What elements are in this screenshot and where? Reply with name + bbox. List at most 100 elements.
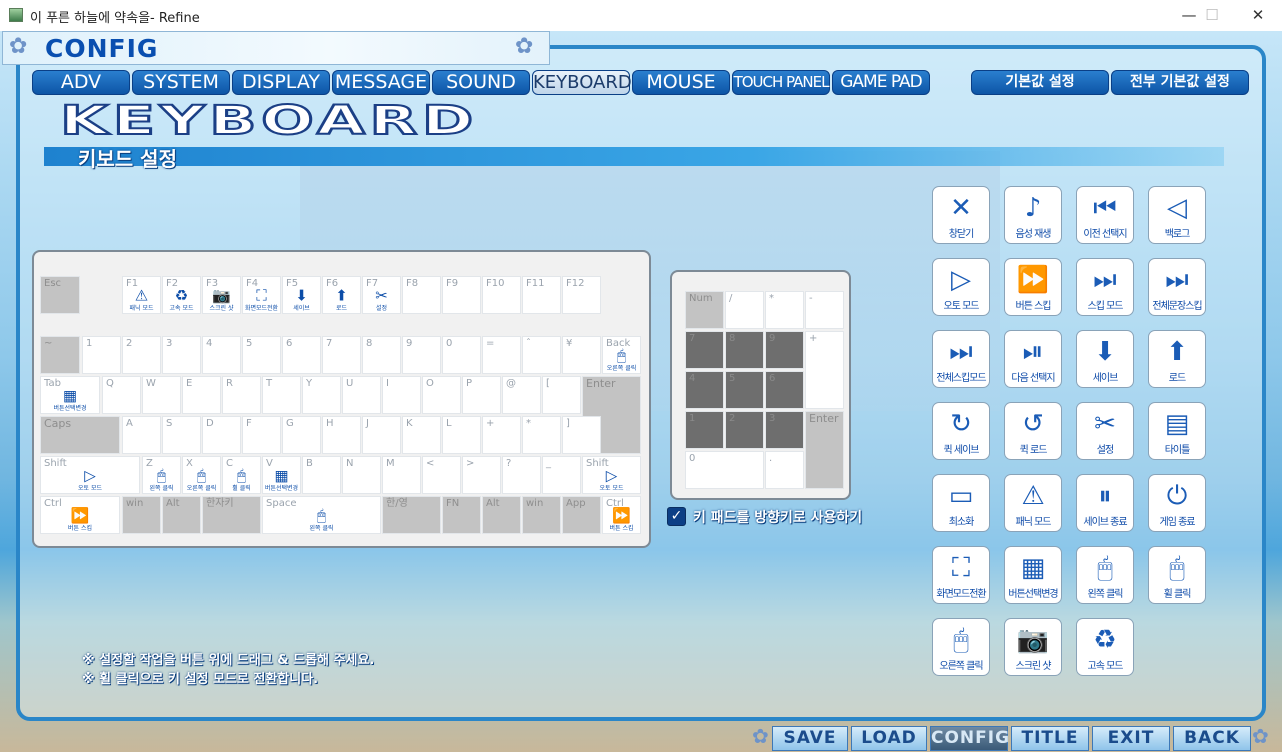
key-greater-than[interactable]: > xyxy=(462,456,501,494)
key-h[interactable]: H xyxy=(322,416,361,454)
action-screen-mode[interactable]: ⛶ 화면모드전환 xyxy=(932,546,990,604)
key-6[interactable]: 6 xyxy=(282,336,321,374)
key-space[interactable]: Space 🖱 왼쪽 클릭 xyxy=(262,496,381,534)
key-7[interactable]: 7 xyxy=(322,336,361,374)
action-button-skip[interactable]: ⏩ 버튼 스킵 xyxy=(1004,258,1062,316)
key-f12[interactable]: F12 xyxy=(562,276,601,314)
key-ctrl-left[interactable]: Ctrl ⏩ 버튼 스킵 xyxy=(40,496,120,534)
numpad-enter[interactable]: Enter xyxy=(805,411,844,489)
action-button-select-change[interactable]: ▦ 버튼선택변경 xyxy=(1004,546,1062,604)
key-x[interactable]: X 🖱 오른쪽 클릭 xyxy=(182,456,221,494)
numpad-arrow-checkbox[interactable]: ✓ xyxy=(667,507,686,526)
numpad-num[interactable]: Num xyxy=(685,291,724,329)
key-p[interactable]: P xyxy=(462,376,501,414)
action-full-skip-mode[interactable]: ⏭ 전체스킵모드 xyxy=(932,330,990,388)
action-skip-mode[interactable]: ⏭ 스킵 모드 xyxy=(1076,258,1134,316)
key-app[interactable]: App xyxy=(562,496,601,534)
key-q[interactable]: Q xyxy=(102,376,141,414)
key-2[interactable]: 2 xyxy=(122,336,161,374)
action-screenshot[interactable]: 📷 스크린 샷 xyxy=(1004,618,1062,676)
key-r[interactable]: R xyxy=(222,376,261,414)
action-prev-choice[interactable]: ⏮ 이전 선택지 xyxy=(1076,186,1134,244)
key-f11[interactable]: F11 xyxy=(522,276,561,314)
key-esc[interactable]: Esc xyxy=(40,276,80,314)
action-skip-all-sentences[interactable]: ⏭ 전체문장스킵 xyxy=(1148,258,1206,316)
key-f2[interactable]: F2 ♻ 고속 모드 xyxy=(162,276,201,314)
action-minimize[interactable]: ▭ 최소화 xyxy=(932,474,990,532)
numpad-5[interactable]: 5 xyxy=(725,371,764,409)
default-settings-button[interactable]: 기본값 설정 xyxy=(971,70,1109,95)
key-f10[interactable]: F10 xyxy=(482,276,521,314)
numpad-6[interactable]: 6 xyxy=(765,371,804,409)
key-8[interactable]: 8 xyxy=(362,336,401,374)
key-i[interactable]: I xyxy=(382,376,421,414)
action-panic-mode[interactable]: ⚠ 패닉 모드 xyxy=(1004,474,1062,532)
tab-keyboard[interactable]: KEYBOARD xyxy=(532,70,632,95)
action-fast-mode[interactable]: ♻ 고속 모드 xyxy=(1076,618,1134,676)
numpad-7[interactable]: 7 xyxy=(685,331,724,369)
close-button[interactable]: ✕ xyxy=(1235,0,1281,31)
key-asterisk[interactable]: * xyxy=(522,416,561,454)
tab-message[interactable]: MESSAGE xyxy=(332,70,430,95)
key-equals[interactable]: = xyxy=(482,336,521,374)
nav-load-button[interactable]: LOAD xyxy=(851,726,927,751)
key-f4[interactable]: F4 ⛶ 화면모드전환 xyxy=(242,276,281,314)
tab-mouse[interactable]: MOUSE xyxy=(632,70,730,95)
key-f7[interactable]: F7 ✂ 설정 xyxy=(362,276,401,314)
key-f1[interactable]: F1 ⚠ 패닉 모드 xyxy=(122,276,161,314)
key-9[interactable]: 9 xyxy=(402,336,441,374)
key-backspace[interactable]: Back 🖱 오른쪽 클릭 xyxy=(602,336,641,374)
numpad-8[interactable]: 8 xyxy=(725,331,764,369)
key-underscore[interactable]: _ xyxy=(542,456,581,494)
key-yen[interactable]: ¥ xyxy=(562,336,601,374)
numpad-decimal[interactable]: . xyxy=(765,451,804,489)
numpad-1[interactable]: 1 xyxy=(685,411,724,449)
action-left-click[interactable]: 🖱 왼쪽 클릭 xyxy=(1076,546,1134,604)
action-right-click[interactable]: 🖱 오른쪽 클릭 xyxy=(932,618,990,676)
key-a[interactable]: A xyxy=(122,416,161,454)
key-0[interactable]: 0 xyxy=(442,336,481,374)
nav-title-button[interactable]: TITLE xyxy=(1011,726,1089,751)
key-f8[interactable]: F8 xyxy=(402,276,441,314)
nav-back-button[interactable]: BACK xyxy=(1173,726,1251,751)
action-settings[interactable]: ✂ 설정 xyxy=(1076,402,1134,460)
key-l[interactable]: L xyxy=(442,416,481,454)
key-alt-right[interactable]: Alt xyxy=(482,496,521,534)
numpad-2[interactable]: 2 xyxy=(725,411,764,449)
key-bracket-close[interactable]: ] xyxy=(562,416,601,454)
key-5[interactable]: 5 xyxy=(242,336,281,374)
numpad-multiply[interactable]: * xyxy=(765,291,804,329)
action-quick-load[interactable]: ↺ 퀵 로드 xyxy=(1004,402,1062,460)
key-question[interactable]: ? xyxy=(502,456,541,494)
action-close-window[interactable]: ✕ 창닫기 xyxy=(932,186,990,244)
key-win-right[interactable]: win xyxy=(522,496,561,534)
action-game-exit[interactable]: ⏻ 게임 종료 xyxy=(1148,474,1206,532)
key-m[interactable]: M xyxy=(382,456,421,494)
key-y[interactable]: Y xyxy=(302,376,341,414)
key-fn[interactable]: FN xyxy=(442,496,481,534)
maximize-button[interactable]: ☐ xyxy=(1189,0,1235,31)
nav-exit-button[interactable]: EXIT xyxy=(1092,726,1170,751)
key-3[interactable]: 3 xyxy=(162,336,201,374)
key-w[interactable]: W xyxy=(142,376,181,414)
tab-sound[interactable]: SOUND xyxy=(432,70,530,95)
key-b[interactable]: B xyxy=(302,456,341,494)
key-tilde[interactable]: ~ xyxy=(40,336,80,374)
key-n[interactable]: N xyxy=(342,456,381,494)
key-e[interactable]: E xyxy=(182,376,221,414)
key-c[interactable]: C 🖱 휠 클릭 xyxy=(222,456,261,494)
key-f9[interactable]: F9 xyxy=(442,276,481,314)
tab-touch-panel[interactable]: TOUCH PANEL xyxy=(732,70,830,95)
key-bracket-open[interactable]: [ xyxy=(542,376,581,414)
key-shift-left[interactable]: Shift ▷ 오토 모드 xyxy=(40,456,140,494)
key-f5[interactable]: F5 ⬇ 세이브 xyxy=(282,276,321,314)
key-z[interactable]: Z 🖱 왼쪽 클릭 xyxy=(142,456,181,494)
key-f3[interactable]: F3 📷 스크린 샷 xyxy=(202,276,241,314)
action-quick-save[interactable]: ↻ 퀵 세이브 xyxy=(932,402,990,460)
key-alt-left[interactable]: Alt xyxy=(162,496,201,534)
numpad-divide[interactable]: / xyxy=(725,291,764,329)
numpad-9[interactable]: 9 xyxy=(765,331,804,369)
key-u[interactable]: U xyxy=(342,376,381,414)
key-hanja[interactable]: 한자키 xyxy=(202,496,261,534)
action-save-exit[interactable]: ⏸ 세이브 종료 xyxy=(1076,474,1134,532)
